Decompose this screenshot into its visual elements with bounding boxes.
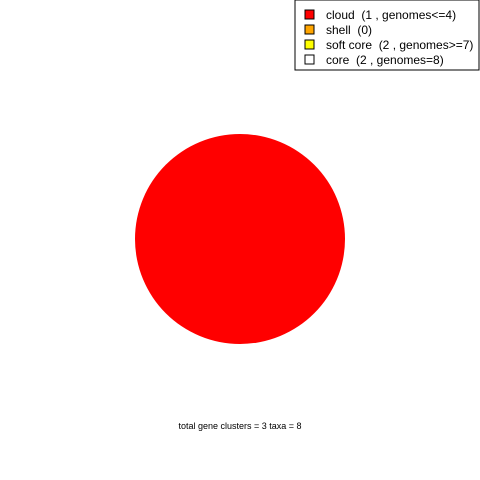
chart-canvas: cloud (1 , genomes<=4) shell (0) soft core… bbox=[0, 0, 480, 480]
legend-label: shell (0) bbox=[326, 23, 372, 37]
pie-slice-cloud bbox=[135, 134, 345, 344]
legend-swatch bbox=[304, 9, 315, 20]
legend-label: core (2 , genomes=8) bbox=[326, 53, 444, 67]
legend: cloud (1 , genomes<=4)shell (0)soft core… bbox=[294, 0, 480, 71]
legend-swatch bbox=[304, 24, 315, 35]
legend-label: cloud (1 , genomes<=4) bbox=[326, 8, 456, 22]
chart-caption: total gene clusters = 3 taxa = 8 bbox=[178, 421, 301, 431]
pie-chart: cloud (1 , genomes<=4)shell (0)soft core… bbox=[135, 0, 480, 431]
pie-slices bbox=[135, 134, 345, 344]
legend-swatch bbox=[304, 54, 315, 65]
legend-swatch bbox=[304, 39, 315, 50]
legend-label: soft core (2 , genomes>=7) bbox=[326, 38, 473, 52]
